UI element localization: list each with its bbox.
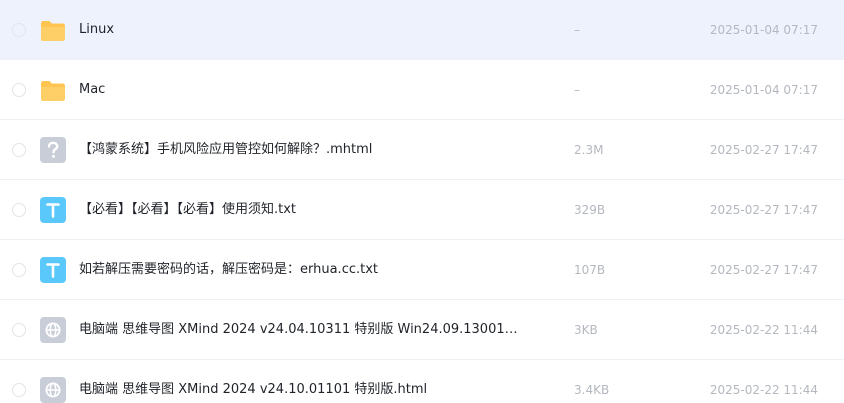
row-checkbox[interactable] bbox=[12, 323, 26, 337]
file-list: Linux – 2025-01-04 07:17 Mac – 2025-01-0… bbox=[0, 0, 844, 403]
file-row-linux[interactable]: Linux – 2025-01-04 07:17 bbox=[0, 0, 844, 60]
folder-icon bbox=[39, 16, 67, 44]
file-row-mhtml[interactable]: 【鸿蒙系统】手机风险应用管控如何解除？.mhtml 2.3M 2025-02-2… bbox=[0, 120, 844, 180]
web-file-icon bbox=[39, 376, 67, 403]
text-file-icon bbox=[39, 256, 67, 284]
file-size: – bbox=[574, 23, 580, 37]
file-row-xmind-win[interactable]: 电脑端 思维导图 XMind 2024 v24.04.10311 特别版 Win… bbox=[0, 300, 844, 360]
row-checkbox[interactable] bbox=[12, 23, 26, 37]
unknown-file-icon bbox=[39, 136, 67, 164]
file-name[interactable]: 【必看】【必看】【必看】使用须知.txt bbox=[79, 180, 296, 240]
file-size: 2.3M bbox=[574, 143, 604, 157]
file-name[interactable]: Mac bbox=[79, 60, 105, 120]
file-size: 3KB bbox=[574, 323, 598, 337]
file-row-password[interactable]: 如若解压需要密码的话，解压密码是：erhua.cc.txt 107B 2025-… bbox=[0, 240, 844, 300]
file-modified-time: 2025-02-22 11:44 bbox=[709, 383, 818, 397]
file-name[interactable]: 电脑端 思维导图 XMind 2024 v24.04.10311 特别版 Win… bbox=[79, 300, 519, 360]
file-name[interactable]: Linux bbox=[79, 0, 114, 60]
row-checkbox[interactable] bbox=[12, 383, 26, 397]
row-checkbox[interactable] bbox=[12, 203, 26, 217]
file-row-mac[interactable]: Mac – 2025-01-04 07:17 bbox=[0, 60, 844, 120]
file-modified-time: 2025-02-27 17:47 bbox=[709, 263, 818, 277]
file-modified-time: 2025-02-27 17:47 bbox=[709, 203, 818, 217]
file-name[interactable]: 电脑端 思维导图 XMind 2024 v24.10.01101 特别版.htm… bbox=[79, 360, 427, 403]
row-checkbox[interactable] bbox=[12, 83, 26, 97]
row-checkbox[interactable] bbox=[12, 143, 26, 157]
row-checkbox[interactable] bbox=[12, 263, 26, 277]
file-modified-time: 2025-02-22 11:44 bbox=[709, 323, 818, 337]
file-size: – bbox=[574, 83, 580, 97]
file-name[interactable]: 如若解压需要密码的话，解压密码是：erhua.cc.txt bbox=[79, 240, 378, 300]
text-file-icon bbox=[39, 196, 67, 224]
file-row-readme[interactable]: 【必看】【必看】【必看】使用须知.txt 329B 2025-02-27 17:… bbox=[0, 180, 844, 240]
web-file-icon bbox=[39, 316, 67, 344]
file-row-xmind-html[interactable]: 电脑端 思维导图 XMind 2024 v24.10.01101 特别版.htm… bbox=[0, 360, 844, 403]
file-size: 107B bbox=[574, 263, 606, 277]
file-modified-time: 2025-02-27 17:47 bbox=[709, 143, 818, 157]
file-size: 3.4KB bbox=[574, 383, 610, 397]
file-modified-time: 2025-01-04 07:17 bbox=[709, 23, 818, 37]
folder-icon bbox=[39, 76, 67, 104]
file-size: 329B bbox=[574, 203, 606, 217]
file-modified-time: 2025-01-04 07:17 bbox=[709, 83, 818, 97]
file-name[interactable]: 【鸿蒙系统】手机风险应用管控如何解除？.mhtml bbox=[79, 120, 372, 180]
